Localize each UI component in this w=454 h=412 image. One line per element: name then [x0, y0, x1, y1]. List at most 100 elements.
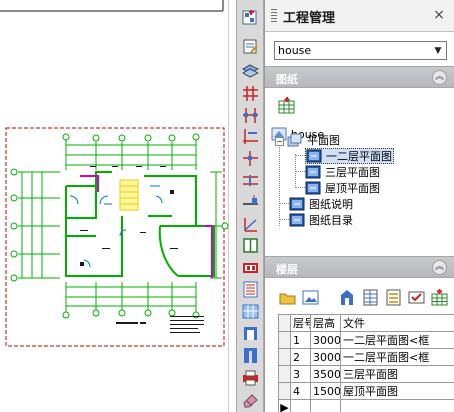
- table-row[interactable]: 3 3500 三层平面图: [278, 365, 454, 383]
- tree-node-plan[interactable]: 一二层平面图: [305, 148, 394, 164]
- new-row-marker-icon[interactable]: ▶: [278, 399, 291, 412]
- layers-icon[interactable]: [241, 62, 260, 80]
- tree-connector: [295, 155, 305, 156]
- tree-node-doc[interactable]: 图纸目录: [289, 212, 354, 228]
- elevation-icon[interactable]: [241, 324, 260, 342]
- empty-cell[interactable]: [290, 399, 311, 412]
- building-icon[interactable]: [338, 288, 357, 307]
- table-icon[interactable]: [361, 288, 380, 307]
- table-new-row[interactable]: ▶: [278, 399, 454, 412]
- edit-note-icon[interactable]: [241, 37, 260, 55]
- column-header: 层高: [310, 314, 341, 332]
- tree-plan-label: 一二层平面图: [326, 150, 392, 163]
- panel-title: 工程管理: [283, 11, 336, 26]
- floors-section-body: 层号 层高 文件 1 3000 一二层平面图<框 2 3: [265, 280, 454, 412]
- app-window: 工程管理 × house ▼ 图纸 ︽ house − 平面图 一二层平面图 三…: [0, 0, 454, 412]
- tree-collapse-icon[interactable]: −: [275, 137, 284, 146]
- elevator-icon[interactable]: [241, 215, 260, 233]
- panel-title-bar[interactable]: 工程管理 ×: [265, 0, 454, 32]
- floor-number-cell[interactable]: 1: [290, 331, 311, 349]
- list-icon[interactable]: [384, 288, 403, 307]
- tree-node-plan[interactable]: 屋顶平面图: [305, 180, 381, 196]
- floor-toolbar: [278, 288, 449, 308]
- tree-connector: [279, 203, 289, 204]
- floor-height-cell[interactable]: 3500: [310, 365, 341, 383]
- chevron-down-icon[interactable]: ▼: [430, 42, 446, 59]
- tree-connector: [295, 187, 305, 188]
- row-marker[interactable]: [278, 348, 291, 366]
- project-manager-panel: 工程管理 × house ▼ 图纸 ︽ house − 平面图 一二层平面图 三…: [264, 0, 454, 412]
- frame-icon[interactable]: [241, 258, 260, 276]
- floor-plan-drawing: [0, 0, 229, 347]
- print-icon[interactable]: [241, 368, 260, 386]
- drawings-section-header[interactable]: 图纸 ︽: [265, 66, 454, 88]
- floor-number-cell[interactable]: 3: [290, 365, 311, 383]
- project-select[interactable]: house ▼: [274, 41, 447, 60]
- tree-doc-label: 图纸说明: [309, 198, 353, 211]
- wall-icon[interactable]: [241, 127, 260, 145]
- table-row[interactable]: 1 3000 一二层平面图<框: [278, 331, 454, 349]
- tree-plan-label: 屋顶平面图: [325, 182, 380, 195]
- add-floor-icon[interactable]: [430, 288, 449, 307]
- floor-file-cell[interactable]: 三层平面图: [340, 365, 454, 383]
- axis-grid-icon[interactable]: [241, 84, 260, 102]
- table-row[interactable]: 2 3000 一二层平面图<框: [278, 348, 454, 366]
- tree-plan-group-label: 平面图: [307, 134, 340, 147]
- drawing-file-icon: [305, 165, 321, 179]
- door-icon[interactable]: [241, 149, 260, 167]
- floor-table-header: 层号 层高 文件: [278, 314, 454, 332]
- floors-section-header[interactable]: 楼层 ︽: [265, 256, 454, 278]
- tree-connector: [279, 144, 280, 226]
- row-marker[interactable]: [278, 382, 291, 400]
- drawings-section-body: house − 平面图 一二层平面图 三层平面图 屋顶平面图 图纸说明 图纸目录: [265, 89, 454, 256]
- drag-grip-icon[interactable]: [275, 9, 277, 23]
- materials-icon[interactable]: [241, 280, 260, 298]
- row-marker[interactable]: [278, 331, 291, 349]
- row-marker-header: [278, 314, 291, 332]
- drawing-file-icon: [289, 197, 305, 211]
- eraser-icon[interactable]: [241, 390, 260, 408]
- stair-icon[interactable]: [241, 193, 260, 211]
- tree-node-doc[interactable]: 图纸说明: [289, 196, 354, 212]
- section-icon[interactable]: [241, 302, 260, 320]
- tool-palette: [236, 0, 264, 412]
- row-marker[interactable]: [278, 365, 291, 383]
- floor-file-cell[interactable]: 屋顶平面图: [340, 382, 454, 400]
- new-project-icon[interactable]: [241, 8, 260, 26]
- floors-section-title: 楼层: [276, 263, 298, 276]
- close-icon[interactable]: ×: [431, 7, 447, 23]
- drawings-section-title: 图纸: [276, 73, 298, 86]
- floor-number-cell[interactable]: 4: [290, 382, 311, 400]
- collapse-icon[interactable]: ︽: [432, 70, 447, 85]
- drawing-file-icon: [289, 213, 305, 227]
- drawing-canvas[interactable]: [0, 0, 236, 412]
- drawing-file-icon: [305, 181, 321, 195]
- tree-node-plan[interactable]: 三层平面图: [305, 164, 381, 180]
- floor-file-cell[interactable]: 一二层平面图<框: [340, 348, 454, 366]
- column-header: 层号: [290, 314, 311, 332]
- floor-height-cell[interactable]: 3000: [310, 331, 341, 349]
- tree-node-plan-group[interactable]: 平面图: [287, 132, 341, 148]
- project-select-value: house: [278, 44, 312, 57]
- empty-cell[interactable]: [340, 399, 454, 412]
- floor-file-cell[interactable]: 一二层平面图<框: [340, 331, 454, 349]
- floor-height-cell[interactable]: 3000: [310, 348, 341, 366]
- column-icon[interactable]: [241, 106, 260, 124]
- column-header: 文件: [340, 314, 454, 332]
- table-row[interactable]: 4 1500 屋顶平面图: [278, 382, 454, 400]
- image-icon[interactable]: [301, 288, 320, 307]
- tree-plan-label: 三层平面图: [325, 166, 380, 179]
- detail-icon[interactable]: [241, 346, 260, 364]
- collapse-icon[interactable]: ︽: [432, 260, 447, 275]
- add-drawing-icon[interactable]: [278, 97, 296, 115]
- tree-connector: [295, 171, 305, 172]
- drawing-file-icon: [306, 149, 322, 163]
- open-folder-icon[interactable]: [278, 288, 297, 307]
- check-icon[interactable]: [407, 288, 426, 307]
- room-icon[interactable]: [241, 236, 260, 254]
- floor-number-cell[interactable]: 2: [290, 348, 311, 366]
- floor-height-cell[interactable]: 1500: [310, 382, 341, 400]
- window-icon[interactable]: [241, 171, 260, 189]
- floor-table: 层号 层高 文件 1 3000 一二层平面图<框 2 3: [278, 314, 454, 412]
- empty-cell[interactable]: [310, 399, 341, 412]
